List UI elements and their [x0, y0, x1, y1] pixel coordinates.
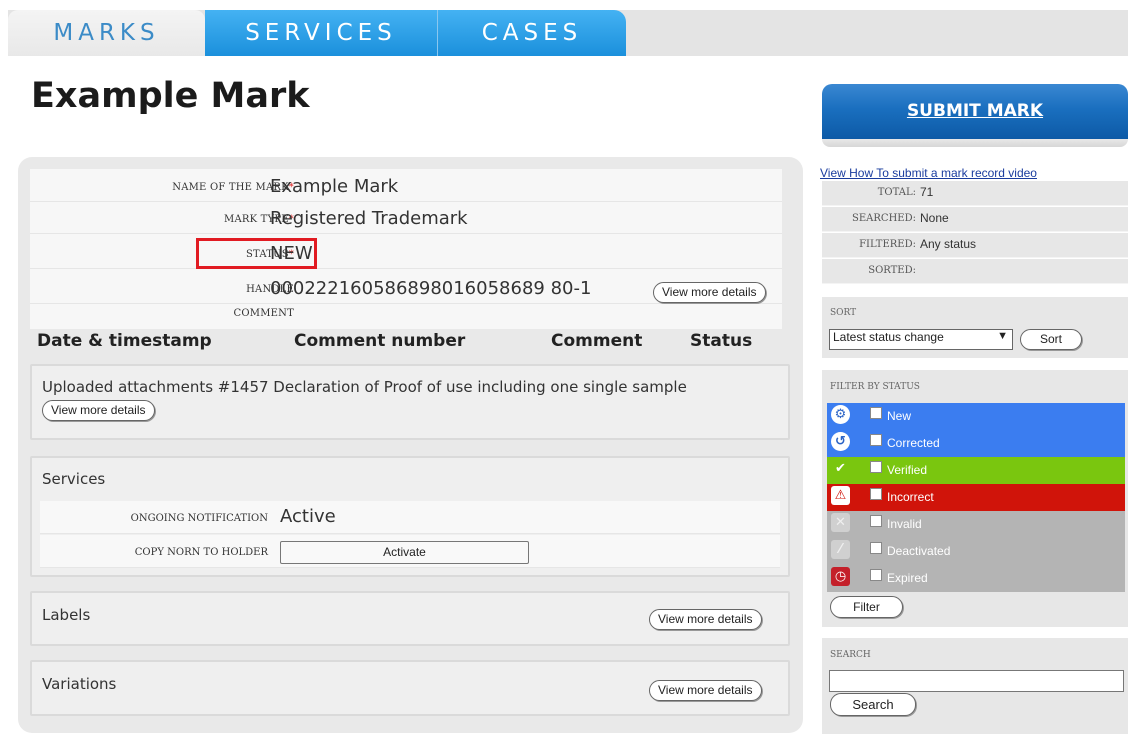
filter-item-incorrect[interactable]: ⚠ Incorrect	[827, 484, 1125, 511]
attachment-text: Uploaded attachments #1457 Declaration o…	[42, 378, 687, 396]
variations-view-more-details-button[interactable]: View more details	[649, 680, 762, 701]
stat-sorted: SORTED:	[822, 259, 1128, 284]
services-section-title: Services	[42, 470, 106, 488]
check-icon: ✔	[831, 459, 850, 478]
tab-marks[interactable]: MARKS	[8, 10, 205, 57]
stat-value: 71	[920, 185, 934, 199]
stat-total: TOTAL: 71	[822, 181, 1128, 206]
sort-button[interactable]: Sort	[1020, 329, 1082, 350]
filter-item-new[interactable]: ⚙ New	[827, 403, 1125, 430]
name-of-mark-value: Example Mark	[270, 176, 399, 197]
page-title: Example Mark	[31, 76, 310, 116]
status-label: Incorrect	[887, 490, 934, 504]
ongoing-notification-value: Active	[280, 506, 336, 527]
filter-item-expired[interactable]: ◷ Expired	[827, 565, 1125, 592]
status-checkbox[interactable]	[870, 542, 882, 554]
status-row: STATUS* NEW	[30, 239, 782, 269]
ongoing-notification-row: ONGOING NOTIFICATION Active	[40, 501, 780, 534]
tab-services[interactable]: SERVICES	[205, 10, 438, 57]
filter-item-verified[interactable]: ✔ Verified	[827, 457, 1125, 484]
search-button[interactable]: Search	[830, 693, 916, 716]
filter-heading: FILTER BY STATUS	[830, 382, 920, 392]
status-label: New	[887, 409, 912, 423]
chevron-down-icon: ▼	[997, 330, 1008, 342]
mark-type-row: MARK TYPE* Registered Trademark	[30, 204, 782, 234]
status-checkbox[interactable]	[870, 488, 882, 500]
stat-label: SEARCHED:	[852, 213, 916, 224]
mark-view-more-details-button[interactable]: View more details	[653, 282, 766, 303]
comment-label: COMMENT	[233, 308, 294, 319]
filter-item-deactivated[interactable]: ⁄ Deactivated	[827, 538, 1125, 565]
labels-section-title: Labels	[42, 606, 91, 624]
attachment-view-more-details-button[interactable]: View more details	[42, 400, 155, 421]
col-header-status: Status	[690, 331, 753, 351]
status-label: Verified	[887, 463, 928, 477]
top-tab-bar: MARKS SERVICES CASES	[8, 10, 1128, 57]
stat-label: TOTAL:	[877, 187, 916, 198]
col-header-date: Date & timestamp	[37, 331, 212, 351]
how-to-video-link[interactable]: View How To submit a mark record video	[820, 166, 1037, 180]
col-header-comment-number: Comment number	[294, 331, 466, 351]
status-checkbox[interactable]	[870, 407, 882, 419]
comment-row: COMMENT	[30, 302, 782, 326]
name-of-mark-row: NAME OF THE MARK* Example Mark	[30, 172, 782, 202]
status-highlight-box	[196, 238, 317, 269]
col-header-comment: Comment	[551, 331, 643, 351]
undo-icon: ↺	[831, 432, 850, 451]
copy-norn-label: COPY NORN TO HOLDER	[134, 547, 268, 558]
ongoing-notification-label: ONGOING NOTIFICATION	[130, 513, 268, 524]
submit-mark-button-base	[822, 139, 1128, 147]
stat-value: Any status	[920, 237, 977, 251]
gear-icon: ⚙	[831, 405, 850, 424]
status-checkbox[interactable]	[870, 434, 882, 446]
filter-item-invalid[interactable]: ✕ Invalid	[827, 511, 1125, 538]
sort-heading: SORT	[830, 308, 857, 318]
variations-section: Variations View more details	[30, 660, 790, 716]
activate-button[interactable]: Activate	[280, 541, 529, 564]
sort-selected-value: Latest status change	[833, 330, 944, 344]
filter-button[interactable]: Filter	[830, 596, 903, 618]
variations-section-title: Variations	[42, 675, 117, 693]
slash-icon: ⁄	[831, 540, 850, 559]
status-checkbox[interactable]	[870, 461, 882, 473]
status-label: Deactivated	[887, 544, 951, 558]
mark-type-value: Registered Trademark	[270, 208, 468, 229]
attachments-section: Uploaded attachments #1457 Declaration o…	[30, 364, 790, 440]
cross-icon: ✕	[831, 513, 850, 532]
stat-label: FILTERED:	[859, 239, 916, 250]
status-checkbox[interactable]	[870, 569, 882, 581]
search-input[interactable]	[829, 670, 1124, 692]
stat-searched: SEARCHED: None	[822, 207, 1128, 232]
stat-label: SORTED:	[868, 265, 916, 276]
status-label: Invalid	[887, 517, 922, 531]
clock-icon: ◷	[831, 567, 850, 586]
handle-value: 000222160586898016058689 80-1	[270, 278, 592, 299]
labels-view-more-details-button[interactable]: View more details	[649, 609, 762, 630]
search-heading: SEARCH	[830, 650, 871, 660]
filter-item-corrected[interactable]: ↺ Corrected	[827, 430, 1125, 457]
tab-bar-divider	[8, 56, 1128, 58]
sort-select[interactable]: Latest status change ▼	[829, 329, 1013, 350]
stat-value: None	[920, 211, 949, 225]
labels-section: Labels View more details	[30, 591, 790, 646]
status-label: Expired	[887, 571, 928, 585]
submit-mark-button[interactable]: SUBMIT MARK	[822, 84, 1128, 139]
stat-filtered: FILTERED: Any status	[822, 233, 1128, 258]
status-checkbox[interactable]	[870, 515, 882, 527]
status-label: Corrected	[887, 436, 940, 450]
tab-cases[interactable]: CASES	[438, 10, 626, 57]
warning-icon: ⚠	[831, 486, 850, 505]
